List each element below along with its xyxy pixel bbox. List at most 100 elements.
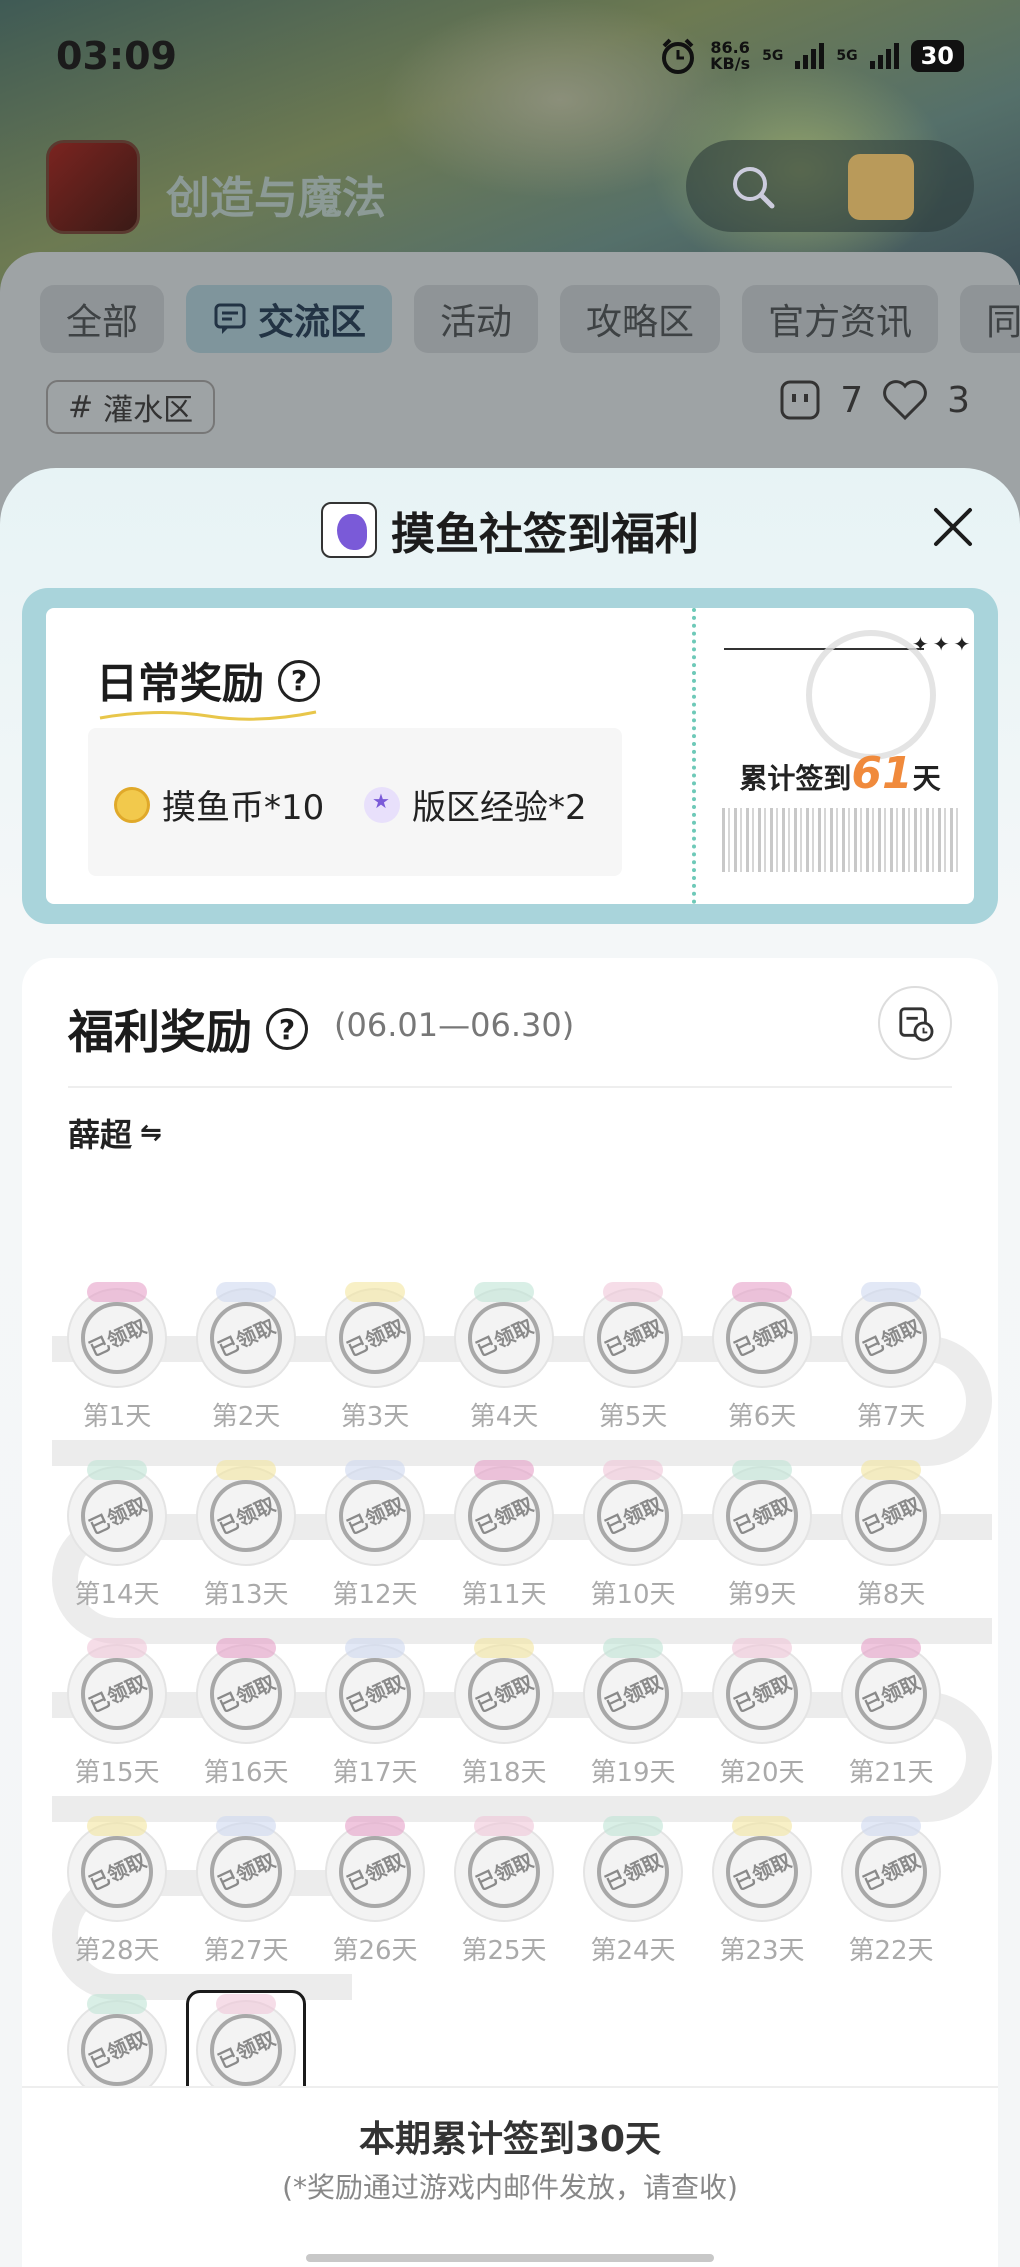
reward-gift-icon bbox=[87, 1282, 147, 1302]
day-reward-item[interactable]: 已领取 第17天 bbox=[325, 1638, 425, 1794]
welfare-rewards-card: 福利奖励 ? (06.01—06.30) 薛超 ⇋ 已领取 第1天 已领取 第2天 已领… bbox=[22, 958, 998, 2267]
day-label: 第24天 bbox=[590, 1936, 676, 1966]
day-label: 第4天 bbox=[469, 1402, 539, 1432]
swap-icon[interactable]: ⇋ bbox=[140, 1118, 162, 1148]
game-icon[interactable] bbox=[46, 140, 140, 234]
status-time: 03:09 bbox=[56, 34, 177, 78]
reward-coin: 摸鱼币*10 bbox=[114, 780, 324, 829]
topic-tag[interactable]: # 灌水区 bbox=[46, 380, 216, 434]
day-reward-item[interactable]: 已领取 第19天 bbox=[583, 1638, 683, 1794]
welfare-title: 福利奖励 ? bbox=[68, 996, 308, 1062]
help-icon[interactable]: ? bbox=[278, 659, 321, 702]
mail-note: (*奖励通过游戏内邮件发放，请查收) bbox=[282, 2171, 738, 2204]
reward-gift-icon bbox=[216, 1638, 276, 1658]
reward-gift-icon bbox=[474, 1638, 534, 1658]
reward-gift-icon bbox=[87, 1460, 147, 1480]
help-icon[interactable]: ? bbox=[266, 1008, 308, 1050]
day-reward-item[interactable]: 已领取 第21天 bbox=[841, 1638, 941, 1794]
coin-icon bbox=[114, 786, 150, 823]
search-icon[interactable] bbox=[730, 164, 776, 210]
day-reward-item[interactable]: 已领取 第25天 bbox=[454, 1816, 554, 1972]
day-reward-item[interactable]: 已领取 第26天 bbox=[325, 1816, 425, 1972]
tab-more[interactable]: 同 bbox=[960, 285, 1020, 353]
day-reward-item[interactable]: 已领取 第24天 bbox=[583, 1816, 683, 1972]
checkin-icon[interactable] bbox=[848, 154, 914, 220]
daily-reward-ticket: 日常奖励 ? 摸鱼币*10 版区经验*2 ✦✦✦ 累计签 bbox=[22, 588, 998, 924]
day-reward-item[interactable]: 已领取 第2天 bbox=[196, 1282, 296, 1438]
day-reward-item[interactable]: 已领取 第16天 bbox=[196, 1638, 296, 1794]
day-reward-item[interactable]: 已领取 第13天 bbox=[196, 1460, 296, 1616]
day-label: 第15天 bbox=[74, 1758, 160, 1788]
day-reward-item[interactable]: 已领取 第1天 bbox=[67, 1282, 167, 1438]
day-reward-item[interactable]: 已领取 第6天 bbox=[712, 1282, 812, 1438]
heart-icon[interactable] bbox=[881, 378, 929, 422]
hash-icon: # bbox=[68, 389, 94, 425]
day-reward-item[interactable]: 已领取 第8天 bbox=[841, 1460, 941, 1616]
day-reward-item[interactable]: 已领取 第20天 bbox=[712, 1638, 812, 1794]
day-label: 第21天 bbox=[848, 1758, 934, 1788]
day-reward-item[interactable]: 已领取 第12天 bbox=[325, 1460, 425, 1616]
cumulative-checkin: 累计签到61天 bbox=[739, 748, 941, 799]
tab-official-news[interactable]: 官方资讯 bbox=[742, 285, 939, 353]
experience-icon bbox=[364, 786, 400, 823]
day-reward-item[interactable]: 已领取 第15天 bbox=[67, 1638, 167, 1794]
day-reward-item[interactable]: 已领取 第22天 bbox=[841, 1816, 941, 1972]
day-reward-item[interactable]: 已领取 第23天 bbox=[712, 1816, 812, 1972]
tab-activity[interactable]: 活动 bbox=[414, 285, 539, 353]
fish-club-logo-icon bbox=[321, 502, 377, 558]
day-reward-item[interactable]: 已领取 第11天 bbox=[454, 1460, 554, 1616]
reward-gift-icon bbox=[216, 1460, 276, 1480]
status-bar: 03:09 86.6 KB/s 5G 5G 30 bbox=[0, 0, 1020, 110]
day-label: 第10天 bbox=[590, 1580, 676, 1610]
day-reward-item[interactable]: 已领取 第28天 bbox=[67, 1816, 167, 1972]
day-label: 第11天 bbox=[461, 1580, 547, 1610]
day-reward-item[interactable]: 已领取 第27天 bbox=[196, 1816, 296, 1972]
comment-icon[interactable] bbox=[778, 378, 822, 422]
day-reward-item[interactable]: 已领取 第10天 bbox=[583, 1460, 683, 1616]
history-calendar-icon[interactable] bbox=[878, 986, 952, 1060]
welfare-date-range: (06.01—06.30) bbox=[334, 1006, 575, 1044]
tab-label: 交流区 bbox=[258, 302, 367, 343]
reward-gift-icon bbox=[861, 1282, 921, 1302]
day-reward-item[interactable]: 已领取 第5天 bbox=[583, 1282, 683, 1438]
day-label: 第5天 bbox=[598, 1402, 668, 1432]
day-label: 第22天 bbox=[848, 1936, 934, 1966]
signal-bars-icon bbox=[869, 43, 899, 69]
reward-gift-icon bbox=[603, 1460, 663, 1480]
day-reward-item[interactable]: 已领取 第4天 bbox=[454, 1282, 554, 1438]
reward-gift-icon bbox=[474, 1816, 534, 1836]
reward-gift-icon bbox=[474, 1282, 534, 1302]
reward-gift-icon bbox=[216, 1816, 276, 1836]
reward-gift-icon bbox=[216, 1994, 276, 2014]
tab-guides[interactable]: 攻略区 bbox=[560, 285, 721, 353]
day-label: 第20天 bbox=[719, 1758, 805, 1788]
reward-gift-icon bbox=[861, 1638, 921, 1658]
day-reward-item[interactable]: 已领取 第18天 bbox=[454, 1638, 554, 1794]
close-icon[interactable] bbox=[924, 498, 982, 556]
chat-icon bbox=[214, 303, 246, 334]
day-label: 第16天 bbox=[203, 1758, 289, 1788]
sheet-title: 摸鱼社签到福利 bbox=[391, 509, 699, 560]
category-tabs: 全部 交流区 活动 攻略区 官方资讯 同 bbox=[40, 285, 1020, 353]
tab-all[interactable]: 全部 bbox=[40, 285, 165, 353]
daily-reward-title: 日常奖励 ? bbox=[96, 650, 321, 711]
reward-gift-icon bbox=[474, 1460, 534, 1480]
post-stats: 7 3 bbox=[778, 378, 970, 422]
day-label: 第12天 bbox=[332, 1580, 418, 1610]
day-label: 第25天 bbox=[461, 1936, 547, 1966]
reward-gift-icon bbox=[732, 1638, 792, 1658]
day-reward-item[interactable]: 已领取 第3天 bbox=[325, 1282, 425, 1438]
reward-gift-icon bbox=[345, 1638, 405, 1658]
divider bbox=[68, 1086, 952, 1088]
reward-gift-icon bbox=[87, 1994, 147, 2014]
day-reward-item[interactable]: 已领取 第9天 bbox=[712, 1460, 812, 1616]
day-reward-item[interactable]: 已领取 第14天 bbox=[67, 1460, 167, 1616]
player-selector[interactable]: 薛超 ⇋ bbox=[68, 1110, 162, 1156]
day-label: 第13天 bbox=[203, 1580, 289, 1610]
tab-discussion[interactable]: 交流区 bbox=[186, 285, 393, 353]
day-reward-item[interactable]: 已领取 第7天 bbox=[841, 1282, 941, 1438]
reward-gift-icon bbox=[87, 1638, 147, 1658]
reward-gift-icon bbox=[603, 1638, 663, 1658]
home-indicator bbox=[306, 2254, 714, 2262]
day-label: 第23天 bbox=[719, 1936, 805, 1966]
